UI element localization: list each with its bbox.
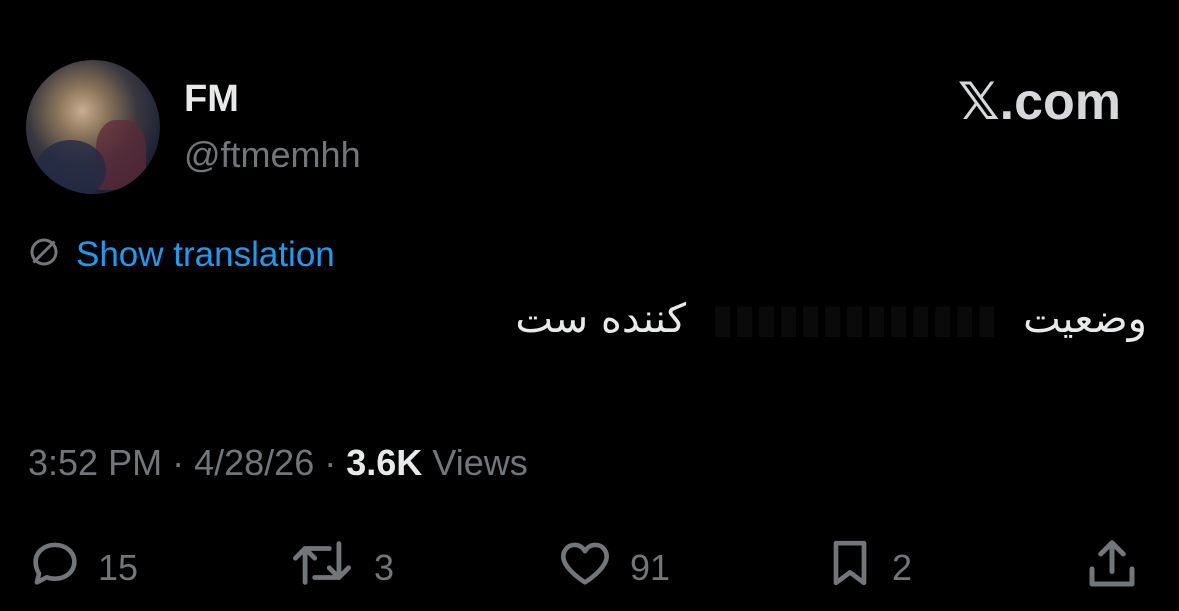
share-icon xyxy=(1082,534,1142,603)
tweet-text-end: کننده ست xyxy=(515,296,687,342)
like-icon xyxy=(554,534,616,601)
display-name[interactable]: FM xyxy=(184,78,239,121)
meta-separator: · xyxy=(172,442,185,483)
views-label: Views xyxy=(432,442,528,483)
x-com-watermark: 𝕏.com xyxy=(957,73,1121,131)
tweet-text: وضعیت ▮▮▮▮▮▮▮▮▮▮▮▮▮ کننده ست xyxy=(515,296,1147,342)
tweet-text-start: وضعیت xyxy=(1023,296,1147,342)
tweet-time[interactable]: 3:52 PM xyxy=(28,442,162,483)
views-count: 3.6K xyxy=(346,442,423,483)
user-handle[interactable]: @ftmemhh xyxy=(184,134,361,176)
meta-separator: · xyxy=(324,442,337,483)
tweet-meta: 3:52 PM · 4/28/26 · 3.6K Views xyxy=(28,442,528,484)
reply-button[interactable]: 15 xyxy=(26,534,138,601)
bookmark-icon xyxy=(822,534,878,601)
tweet-date[interactable]: 4/28/26 xyxy=(194,442,314,483)
show-translation-label[interactable]: Show translation xyxy=(76,235,335,275)
show-translation[interactable]: Show translation xyxy=(26,234,335,275)
like-count: 91 xyxy=(630,546,671,588)
avatar[interactable] xyxy=(26,60,160,194)
share-button[interactable] xyxy=(1082,534,1142,603)
like-button[interactable]: 91 xyxy=(554,534,670,601)
repost-button[interactable]: 3 xyxy=(284,534,394,601)
reply-count: 15 xyxy=(98,546,139,588)
bookmark-button[interactable]: 2 xyxy=(822,534,912,601)
bookmark-count: 2 xyxy=(892,546,913,588)
repost-icon xyxy=(284,534,360,601)
avatar-shade xyxy=(36,140,106,194)
action-bar: 15 3 91 2 xyxy=(26,534,1146,594)
redacted-text: ▮▮▮▮▮▮▮▮▮▮▮▮▮ xyxy=(698,296,1011,342)
globe-icon xyxy=(26,234,62,275)
repost-count: 3 xyxy=(374,546,395,588)
reply-icon xyxy=(26,534,84,601)
